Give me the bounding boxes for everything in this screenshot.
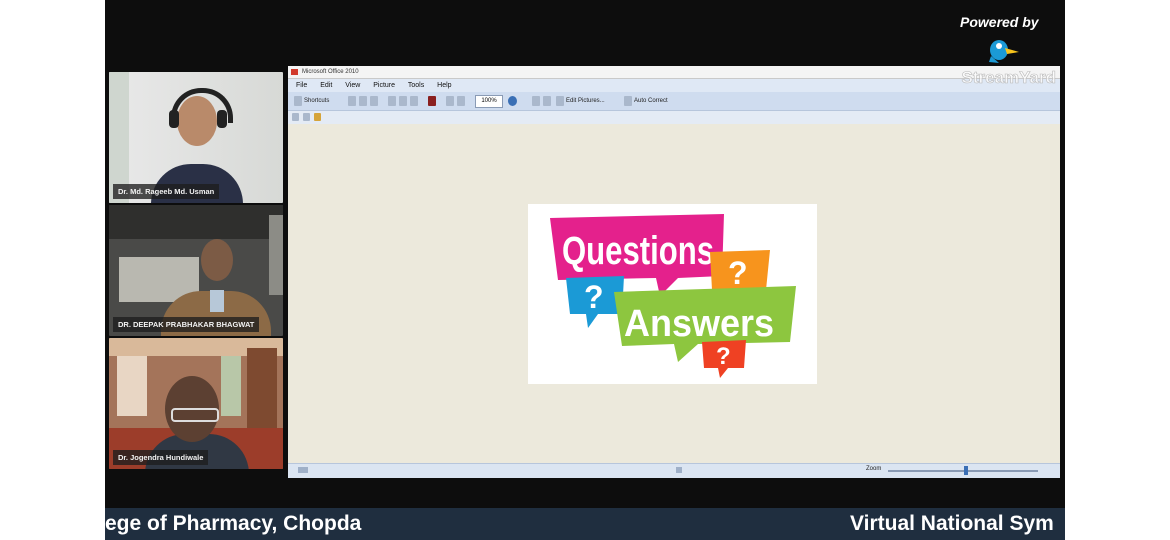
status-center-icon: [676, 467, 682, 473]
red-question-mark: ?: [716, 343, 731, 370]
thumbnail-view-icon[interactable]: [292, 113, 299, 121]
participant-tile-2[interactable]: DR. DEEPAK PRABHAKAR BHAGWAT: [109, 205, 283, 336]
zoom-slider-thumb[interactable]: [964, 466, 968, 475]
redo-icon[interactable]: [457, 96, 465, 106]
participant-name-2: DR. DEEPAK PRABHAKAR BHAGWAT: [113, 317, 260, 332]
bottom-banner: ege of Pharmacy, Chopda Virtual National…: [105, 508, 1065, 540]
rotate-left-icon[interactable]: [532, 96, 540, 106]
app-icon: [291, 69, 298, 75]
menu-tools[interactable]: Tools: [408, 82, 424, 89]
status-nav-icon[interactable]: [298, 467, 308, 473]
streamyard-watermark: StreamYard: [961, 68, 1056, 88]
toolbar: Shortcuts 100% Edit Pictures... Auto Cor…: [288, 92, 1060, 111]
menu-file[interactable]: File: [296, 82, 307, 89]
auto-correct-icon: [624, 96, 632, 106]
cut-icon[interactable]: [388, 96, 396, 106]
menu-edit[interactable]: Edit: [320, 82, 332, 89]
banner-right-text: Virtual National Sym: [850, 512, 1054, 535]
filmstrip-view-icon[interactable]: [303, 113, 310, 121]
edit-pictures-icon: [556, 96, 564, 106]
menu-view[interactable]: View: [345, 82, 360, 89]
questions-text: Questions: [562, 229, 714, 273]
undo-icon[interactable]: [446, 96, 454, 106]
participant-name-1: Dr. Md. Rageeb Md. Usman: [113, 184, 220, 199]
qa-image: Questions ? ? Answers ?: [528, 204, 817, 384]
shortcuts-icon: [294, 96, 302, 106]
menu-bar: File Edit View Picture Tools Help: [288, 79, 1060, 92]
rotate-right-icon[interactable]: [543, 96, 551, 106]
streamyard-bird-icon: [989, 40, 1019, 63]
print-icon[interactable]: [359, 96, 367, 106]
menu-help[interactable]: Help: [437, 82, 451, 89]
zoom-input[interactable]: 100%: [475, 95, 503, 108]
screen-share: Microsoft Office 2010 File Edit View Pic…: [288, 66, 1060, 478]
orange-question-mark: ?: [728, 255, 748, 291]
paste-icon[interactable]: [410, 96, 418, 106]
meeting-stage: Powered by Dr. Md. Rageeb Md. Usman DR. …: [105, 0, 1065, 540]
window-titlebar: Microsoft Office 2010: [288, 66, 1060, 79]
blue-question-mark: ?: [584, 279, 604, 315]
save-icon[interactable]: [348, 96, 356, 106]
participant-name-3: Dr. Jogendra Hundiwale: [113, 450, 209, 465]
copy-icon[interactable]: [399, 96, 407, 106]
participant-tile-1[interactable]: Dr. Md. Rageeb Md. Usman: [109, 72, 283, 203]
picture-canvas: Questions ? ? Answers ?: [288, 124, 1060, 464]
zoom-slider-track[interactable]: [888, 470, 1038, 472]
shortcuts-button[interactable]: Shortcuts: [304, 96, 329, 106]
window-title: Microsoft Office 2010: [302, 69, 359, 75]
edit-pictures-button[interactable]: Edit Pictures...: [566, 96, 605, 106]
menu-picture[interactable]: Picture: [373, 82, 395, 89]
help-icon[interactable]: [508, 96, 517, 106]
powered-by-label: Powered by: [960, 14, 1039, 30]
single-view-icon[interactable]: [314, 113, 321, 121]
answers-text: Answers: [624, 303, 774, 345]
banner-left-text: ege of Pharmacy, Chopda: [105, 512, 362, 535]
send-icon[interactable]: [370, 96, 378, 106]
questions-answers-graphic: Questions ? ? Answers ?: [550, 214, 796, 378]
status-zoom-label: Zoom: [866, 466, 882, 472]
delete-icon[interactable]: [428, 96, 436, 106]
auto-correct-button[interactable]: Auto Correct: [634, 96, 668, 106]
status-bar: Zoom: [288, 463, 1060, 478]
participant-tile-3[interactable]: Dr. Jogendra Hundiwale: [109, 338, 283, 469]
